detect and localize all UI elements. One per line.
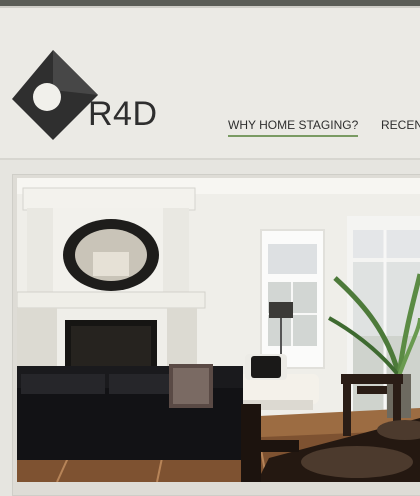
header-divider xyxy=(0,158,420,160)
site-logo[interactable]: R4D xyxy=(12,50,162,140)
logo-text: R4D xyxy=(88,95,158,133)
living-room-photo xyxy=(17,178,420,482)
nav-item-recent[interactable]: RECEN xyxy=(381,118,420,132)
hero-image xyxy=(17,178,420,482)
nav-item-why-home-staging[interactable]: WHY HOME STAGING? xyxy=(228,118,359,137)
